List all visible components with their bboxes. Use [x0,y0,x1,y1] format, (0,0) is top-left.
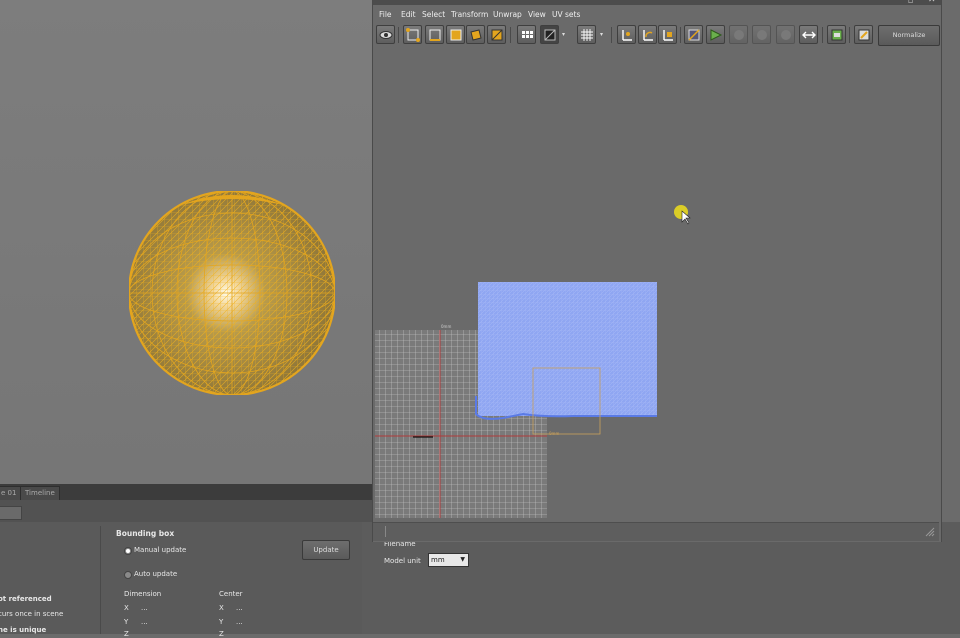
center-y-value: ... [236,618,243,626]
menu-edit[interactable]: Edit [401,10,416,19]
normalize-icon[interactable] [854,25,873,44]
menu-uv-sets[interactable]: UV sets [552,10,580,19]
toolbar-separator [611,27,612,43]
menu-file[interactable]: File [379,10,392,19]
subbar-button[interactable] [0,506,22,520]
toolbar-separator [822,27,823,43]
tab-scene[interactable]: e 01 [0,486,22,501]
center-z-label: Z [219,630,224,638]
uv-grid-label-right: 0mm [549,431,560,436]
layout-icon[interactable] [827,25,846,44]
menu-select[interactable]: Select [422,10,445,19]
unpin-icon[interactable] [752,25,771,44]
uv-statusbar [373,522,939,541]
move-icon[interactable] [617,25,636,44]
update-button[interactable]: Update [302,540,350,560]
select-edge-icon[interactable] [425,25,444,44]
uv-menubar: File Edit Select Transform Unwrap View U… [373,6,941,24]
weld-icon[interactable] [776,25,795,44]
uv-grid-label-top: 0mm [441,324,452,329]
manual-update-radio[interactable] [124,547,132,555]
rotate-icon[interactable] [638,25,657,44]
toolbar-separator [680,27,681,43]
scale-icon[interactable] [658,25,677,44]
uv-editor-window[interactable]: ▫ ✕ File Edit Select Transform Unwrap Vi… [372,0,942,542]
select-element-icon[interactable] [466,25,485,44]
chevron-down-icon[interactable]: ▾ [562,31,565,38]
close-icon[interactable]: ✕ [928,0,936,5]
toolbar-separator [398,27,399,43]
tab-timeline[interactable]: Timeline [20,486,60,501]
map-icon[interactable] [684,25,703,44]
model-unit-label: Model unit [384,557,421,565]
menu-view[interactable]: View [528,10,546,19]
dimension-z-label: Z [124,630,129,638]
auto-update-label: Auto update [134,570,178,578]
bounding-box-title: Bounding box [116,529,175,538]
dimension-x-label: X [124,604,129,612]
note-not-referenced: ot referenced [0,595,52,603]
normalize-settings-button[interactable]: Normalize settings [878,25,940,58]
dimension-x-value: ... [141,604,148,612]
menu-transform[interactable]: Transform [451,10,488,19]
minimize-icon[interactable]: ▫ [908,0,913,5]
wireframe-sphere[interactable] [129,191,335,395]
dimension-y-value: ... [141,618,148,626]
select-all-icon[interactable] [487,25,506,44]
panel-divider [100,526,101,634]
center-x-label: X [219,604,224,612]
chevron-down-icon: ▼ [460,556,465,563]
snap-grid-icon[interactable] [577,25,596,44]
center-y-label: Y [219,618,224,626]
dimension-y-label: Y [124,618,129,626]
chevron-down-icon[interactable]: ▾ [600,31,603,38]
uv-canvas[interactable] [373,46,939,522]
uv-toolbar: ▾ ▾ Normalize settings [373,24,941,58]
model-unit-select[interactable]: mm ▼ [428,553,469,567]
center-x-value: ... [236,604,243,612]
select-face-icon[interactable] [446,25,465,44]
manual-update-label: Manual update [134,546,187,554]
bottom-subbar [0,500,372,522]
toolbar-separator [849,27,850,43]
menu-unwrap[interactable]: Unwrap [493,10,522,19]
uv-editor-titlebar[interactable]: ▫ ✕ [373,0,941,5]
grid-icon[interactable] [517,25,536,44]
status-divider [385,526,386,537]
relax-icon[interactable] [706,25,725,44]
resize-grip-icon[interactable] [925,527,935,537]
3d-viewport[interactable] [0,0,372,484]
dimension-header: Dimension [124,590,162,598]
model-unit-value: mm [431,556,445,564]
pin-icon[interactable] [729,25,748,44]
auto-update-radio[interactable] [124,571,132,579]
checker-icon[interactable] [540,25,559,44]
toolbar-separator [510,27,511,43]
note-is-unique: ne is unique [0,626,47,634]
note-occurs-once: curs once in scene [0,610,64,618]
center-header: Center [219,590,243,598]
select-vertex-icon[interactable] [403,25,422,44]
object-properties-panel: ot referenced curs once in scene ne is u… [0,522,362,638]
eye-icon[interactable] [376,25,395,44]
arrows-icon[interactable] [799,25,818,44]
